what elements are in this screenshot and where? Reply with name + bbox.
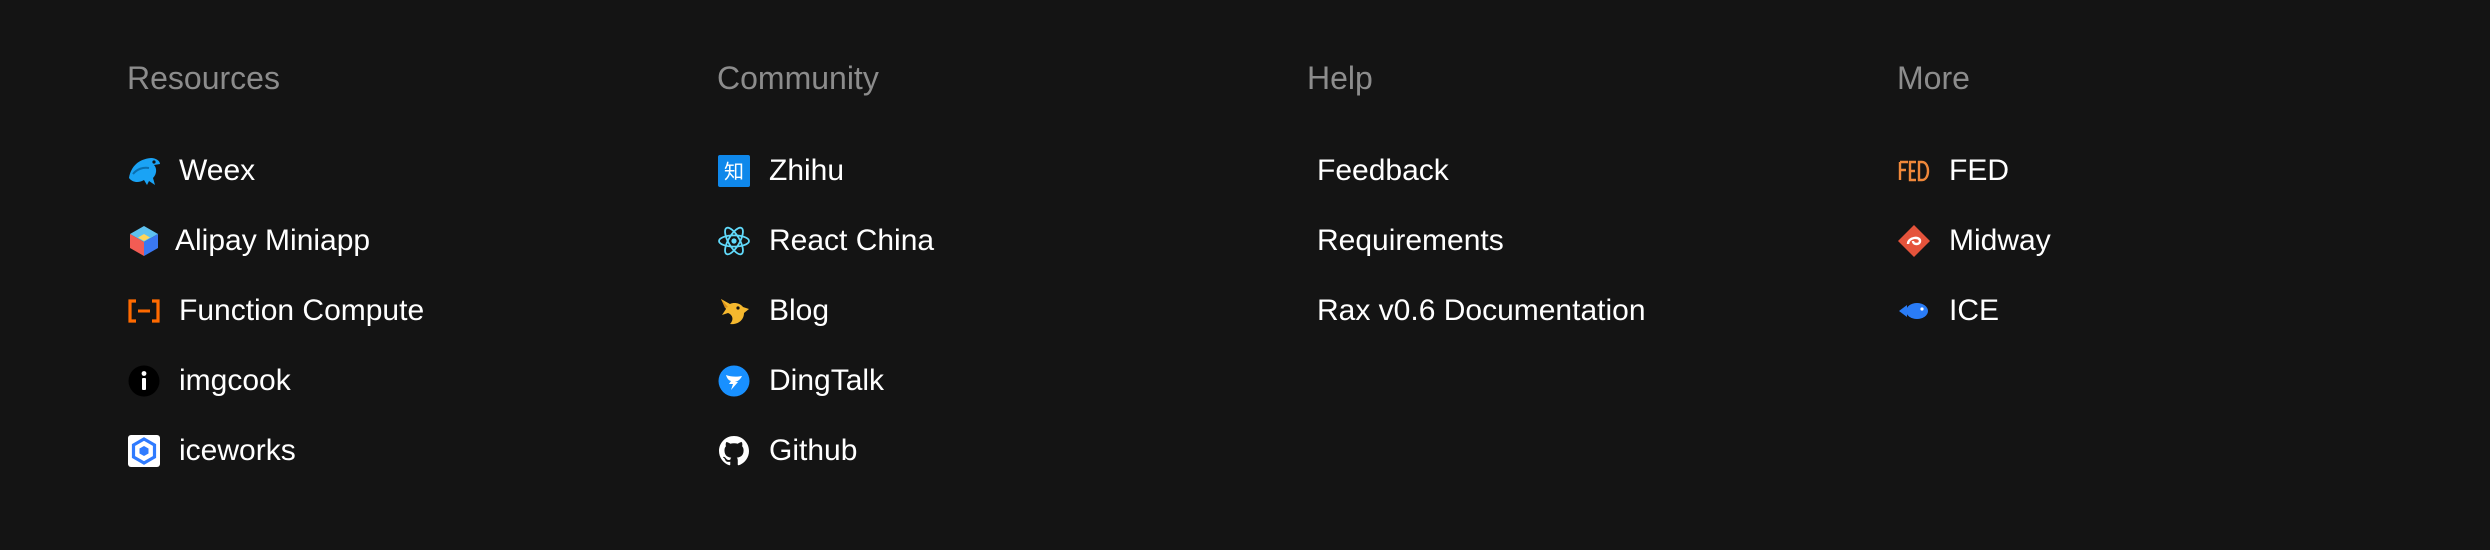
link-blog[interactable]: Blog xyxy=(717,276,1277,346)
weex-bird-icon xyxy=(127,154,161,188)
midway-diamond-icon xyxy=(1897,224,1931,258)
function-compute-bracket-icon xyxy=(127,294,161,328)
link-weex[interactable]: Weex xyxy=(127,136,687,206)
more-links: FED Midway ICE xyxy=(1897,136,2457,346)
site-footer: Resources Weex Alipay Miniapp Function C… xyxy=(127,0,2490,550)
link-weex-label: Weex xyxy=(179,154,256,187)
ice-fish-icon xyxy=(1897,294,1931,328)
link-blog-label: Blog xyxy=(769,294,830,327)
link-function-compute[interactable]: Function Compute xyxy=(127,276,687,346)
link-github[interactable]: Github xyxy=(717,416,1277,486)
link-requirements[interactable]: Requirements xyxy=(1307,206,1867,276)
link-iceworks-label: iceworks xyxy=(179,434,296,467)
link-iceworks[interactable]: iceworks xyxy=(127,416,687,486)
link-fed-label: FED xyxy=(1949,154,2009,187)
footer-column-community: Community 知 Zhihu React China Blog DingT… xyxy=(717,56,1277,486)
fed-logo-icon xyxy=(1897,154,1931,188)
link-dingtalk[interactable]: DingTalk xyxy=(717,346,1277,416)
help-links: Feedback Requirements Rax v0.6 Documenta… xyxy=(1307,136,1867,346)
imgcook-info-icon xyxy=(127,364,161,398)
link-midway-label: Midway xyxy=(1949,224,2051,257)
link-fed[interactable]: FED xyxy=(1897,136,2457,206)
svg-text:知: 知 xyxy=(724,160,744,184)
link-feedback[interactable]: Feedback xyxy=(1307,136,1867,206)
blog-fox-icon xyxy=(717,294,751,328)
link-rax-v06-documentation[interactable]: Rax v0.6 Documentation xyxy=(1307,276,1867,346)
link-zhihu[interactable]: 知 Zhihu xyxy=(717,136,1277,206)
column-title-community: Community xyxy=(717,60,879,96)
link-alipay-miniapp-label: Alipay Miniapp xyxy=(175,224,371,257)
community-links: 知 Zhihu React China Blog DingTalk Github xyxy=(717,136,1277,486)
react-atom-icon xyxy=(717,224,751,258)
link-imgcook[interactable]: imgcook xyxy=(127,346,687,416)
link-react-china[interactable]: React China xyxy=(717,206,1277,276)
footer-column-help: Help Feedback Requirements Rax v0.6 Docu… xyxy=(1307,56,1867,346)
zhihu-icon: 知 xyxy=(717,154,751,188)
link-function-compute-label: Function Compute xyxy=(179,294,425,327)
column-title-help: Help xyxy=(1307,60,1373,96)
column-title-resources: Resources xyxy=(127,60,280,96)
github-icon xyxy=(717,434,751,468)
link-react-china-label: React China xyxy=(769,224,935,257)
footer-column-more: More FED Midway ICE xyxy=(1897,56,2457,346)
link-dingtalk-label: DingTalk xyxy=(769,364,885,397)
link-zhihu-label: Zhihu xyxy=(769,154,845,187)
link-midway[interactable]: Midway xyxy=(1897,206,2457,276)
link-imgcook-label: imgcook xyxy=(179,364,291,397)
dingtalk-icon xyxy=(717,364,751,398)
link-ice-label: ICE xyxy=(1949,294,2000,327)
link-feedback-label: Feedback xyxy=(1317,154,1449,187)
link-rax-v06-documentation-label: Rax v0.6 Documentation xyxy=(1317,294,1646,327)
link-github-label: Github xyxy=(769,434,858,467)
alipay-miniapp-cube-icon xyxy=(127,224,161,258)
link-alipay-miniapp[interactable]: Alipay Miniapp xyxy=(127,206,687,276)
resources-links: Weex Alipay Miniapp Function Compute img… xyxy=(127,136,687,486)
iceworks-hexagon-icon xyxy=(127,434,161,468)
column-title-more: More xyxy=(1897,60,1970,96)
footer-column-resources: Resources Weex Alipay Miniapp Function C… xyxy=(127,56,687,486)
link-requirements-label: Requirements xyxy=(1317,224,1504,257)
link-ice[interactable]: ICE xyxy=(1897,276,2457,346)
